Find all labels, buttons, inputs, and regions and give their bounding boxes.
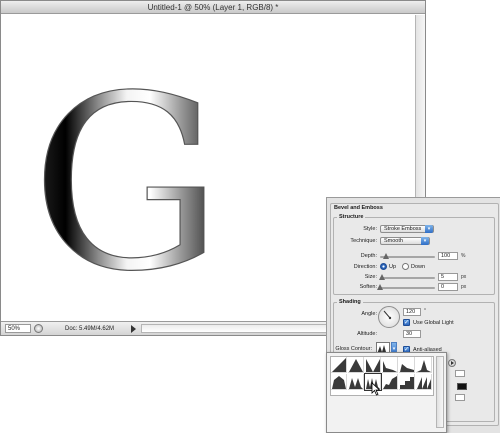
status-icon[interactable]: [34, 324, 43, 333]
angle-unit: °: [424, 308, 426, 314]
contour-preset-rolling-slope[interactable]: [382, 374, 398, 390]
size-unit: px: [461, 274, 467, 280]
shading-legend: Shading: [337, 299, 363, 305]
altitude-field[interactable]: 30: [403, 330, 421, 338]
angle-dial-needle-icon: [383, 310, 392, 320]
use-global-light-checkbox[interactable]: ✓: [403, 319, 410, 326]
contour-cone-icon: [349, 359, 363, 372]
contour-ring-icon: [349, 378, 363, 389]
technique-dropdown[interactable]: Smooth ▾: [380, 237, 430, 245]
zoom-field[interactable]: 50%: [5, 324, 31, 333]
depth-unit: %: [461, 253, 466, 259]
soften-slider[interactable]: [377, 284, 435, 290]
chrome-letter: G: [31, 44, 223, 321]
contour-picker-popup: [326, 352, 447, 433]
contour-cone-inverted-icon: [366, 359, 380, 372]
size-field[interactable]: 5: [438, 273, 458, 281]
depth-slider[interactable]: [380, 253, 435, 259]
contour-preset-cone-inverted[interactable]: [365, 357, 381, 373]
technique-value: Smooth: [384, 238, 403, 244]
contour-preset-cone[interactable]: [348, 357, 364, 373]
contour-preset-linear[interactable]: [331, 357, 347, 373]
direction-up-label: Up: [389, 264, 397, 270]
pointer-cursor-icon: [371, 382, 381, 396]
angle-dial[interactable]: [378, 306, 400, 328]
size-slider[interactable]: [379, 274, 435, 280]
use-global-light-label: Use Global Light: [413, 320, 454, 326]
chevron-down-icon: ▾: [425, 225, 433, 233]
picker-menu-icon[interactable]: [448, 359, 456, 367]
size-slider-handle[interactable]: [379, 274, 386, 280]
size-label: Size:: [364, 274, 377, 280]
contour-linear-icon: [332, 358, 346, 372]
contour-preset-half-round[interactable]: [331, 374, 347, 390]
style-value: Stroke Emboss: [384, 226, 422, 232]
contour-rounded-steps-icon: [400, 377, 414, 389]
shadow-color-swatch[interactable]: [457, 383, 467, 390]
doc-size-info: Doc: 5.49M/4.62M: [65, 326, 115, 332]
contour-preset-cove-shallow[interactable]: [399, 357, 415, 373]
angle-field[interactable]: 120: [403, 308, 421, 316]
angle-label: Angle:: [361, 311, 377, 317]
screenshot-stage: Untitled-1 @ 50% (Layer 1, RGB/8) * G 50…: [0, 0, 500, 433]
contour-picker-scrollbar[interactable]: [436, 356, 444, 428]
soften-unit: px: [461, 284, 467, 290]
document-title[interactable]: Untitled-1 @ 50% (Layer 1, RGB/8) *: [1, 1, 425, 14]
contour-preset-sawtooth[interactable]: [416, 374, 432, 390]
direction-label: Direction:: [353, 264, 377, 270]
depth-field[interactable]: 100: [438, 252, 458, 260]
contour-preset-cove-deep[interactable]: [382, 357, 398, 373]
contour-preset-grid: [330, 356, 434, 396]
soften-slider-handle[interactable]: [377, 284, 383, 290]
direction-down-label: Down: [411, 264, 426, 270]
contour-half-round-icon: [332, 376, 346, 389]
contour-sawtooth-icon: [417, 377, 431, 389]
soften-field[interactable]: 0: [438, 283, 458, 291]
contour-rolling-slope-icon: [383, 376, 397, 389]
depth-slider-handle[interactable]: [382, 253, 389, 259]
chevron-down-icon: ▾: [421, 237, 429, 245]
depth-label: Depth:: [360, 253, 377, 259]
soften-label: Soften:: [359, 284, 377, 290]
contour-gaussian-icon: [417, 360, 431, 372]
technique-label: Technique:: [350, 238, 377, 244]
contour-cove-shallow-icon: [400, 364, 414, 372]
shadow-opacity-field[interactable]: [455, 394, 465, 401]
contour-preset-gaussian[interactable]: [416, 357, 432, 373]
bevel-emboss-title: Bevel and Emboss: [334, 205, 383, 211]
style-label: Style:: [363, 226, 377, 232]
highlight-opacity-field[interactable]: [455, 370, 465, 377]
direction-down-radio[interactable]: [402, 263, 409, 270]
direction-up-radio[interactable]: [380, 263, 387, 270]
contour-preset-ring[interactable]: [348, 374, 364, 390]
altitude-label: Altitude:: [357, 331, 377, 337]
contour-cove-deep-icon: [383, 361, 397, 372]
contour-preset-rounded-steps[interactable]: [399, 374, 415, 390]
structure-legend: Structure: [337, 214, 366, 220]
style-dropdown[interactable]: Stroke Emboss ▾: [380, 225, 434, 233]
status-menu-arrow-icon[interactable]: [131, 325, 136, 333]
